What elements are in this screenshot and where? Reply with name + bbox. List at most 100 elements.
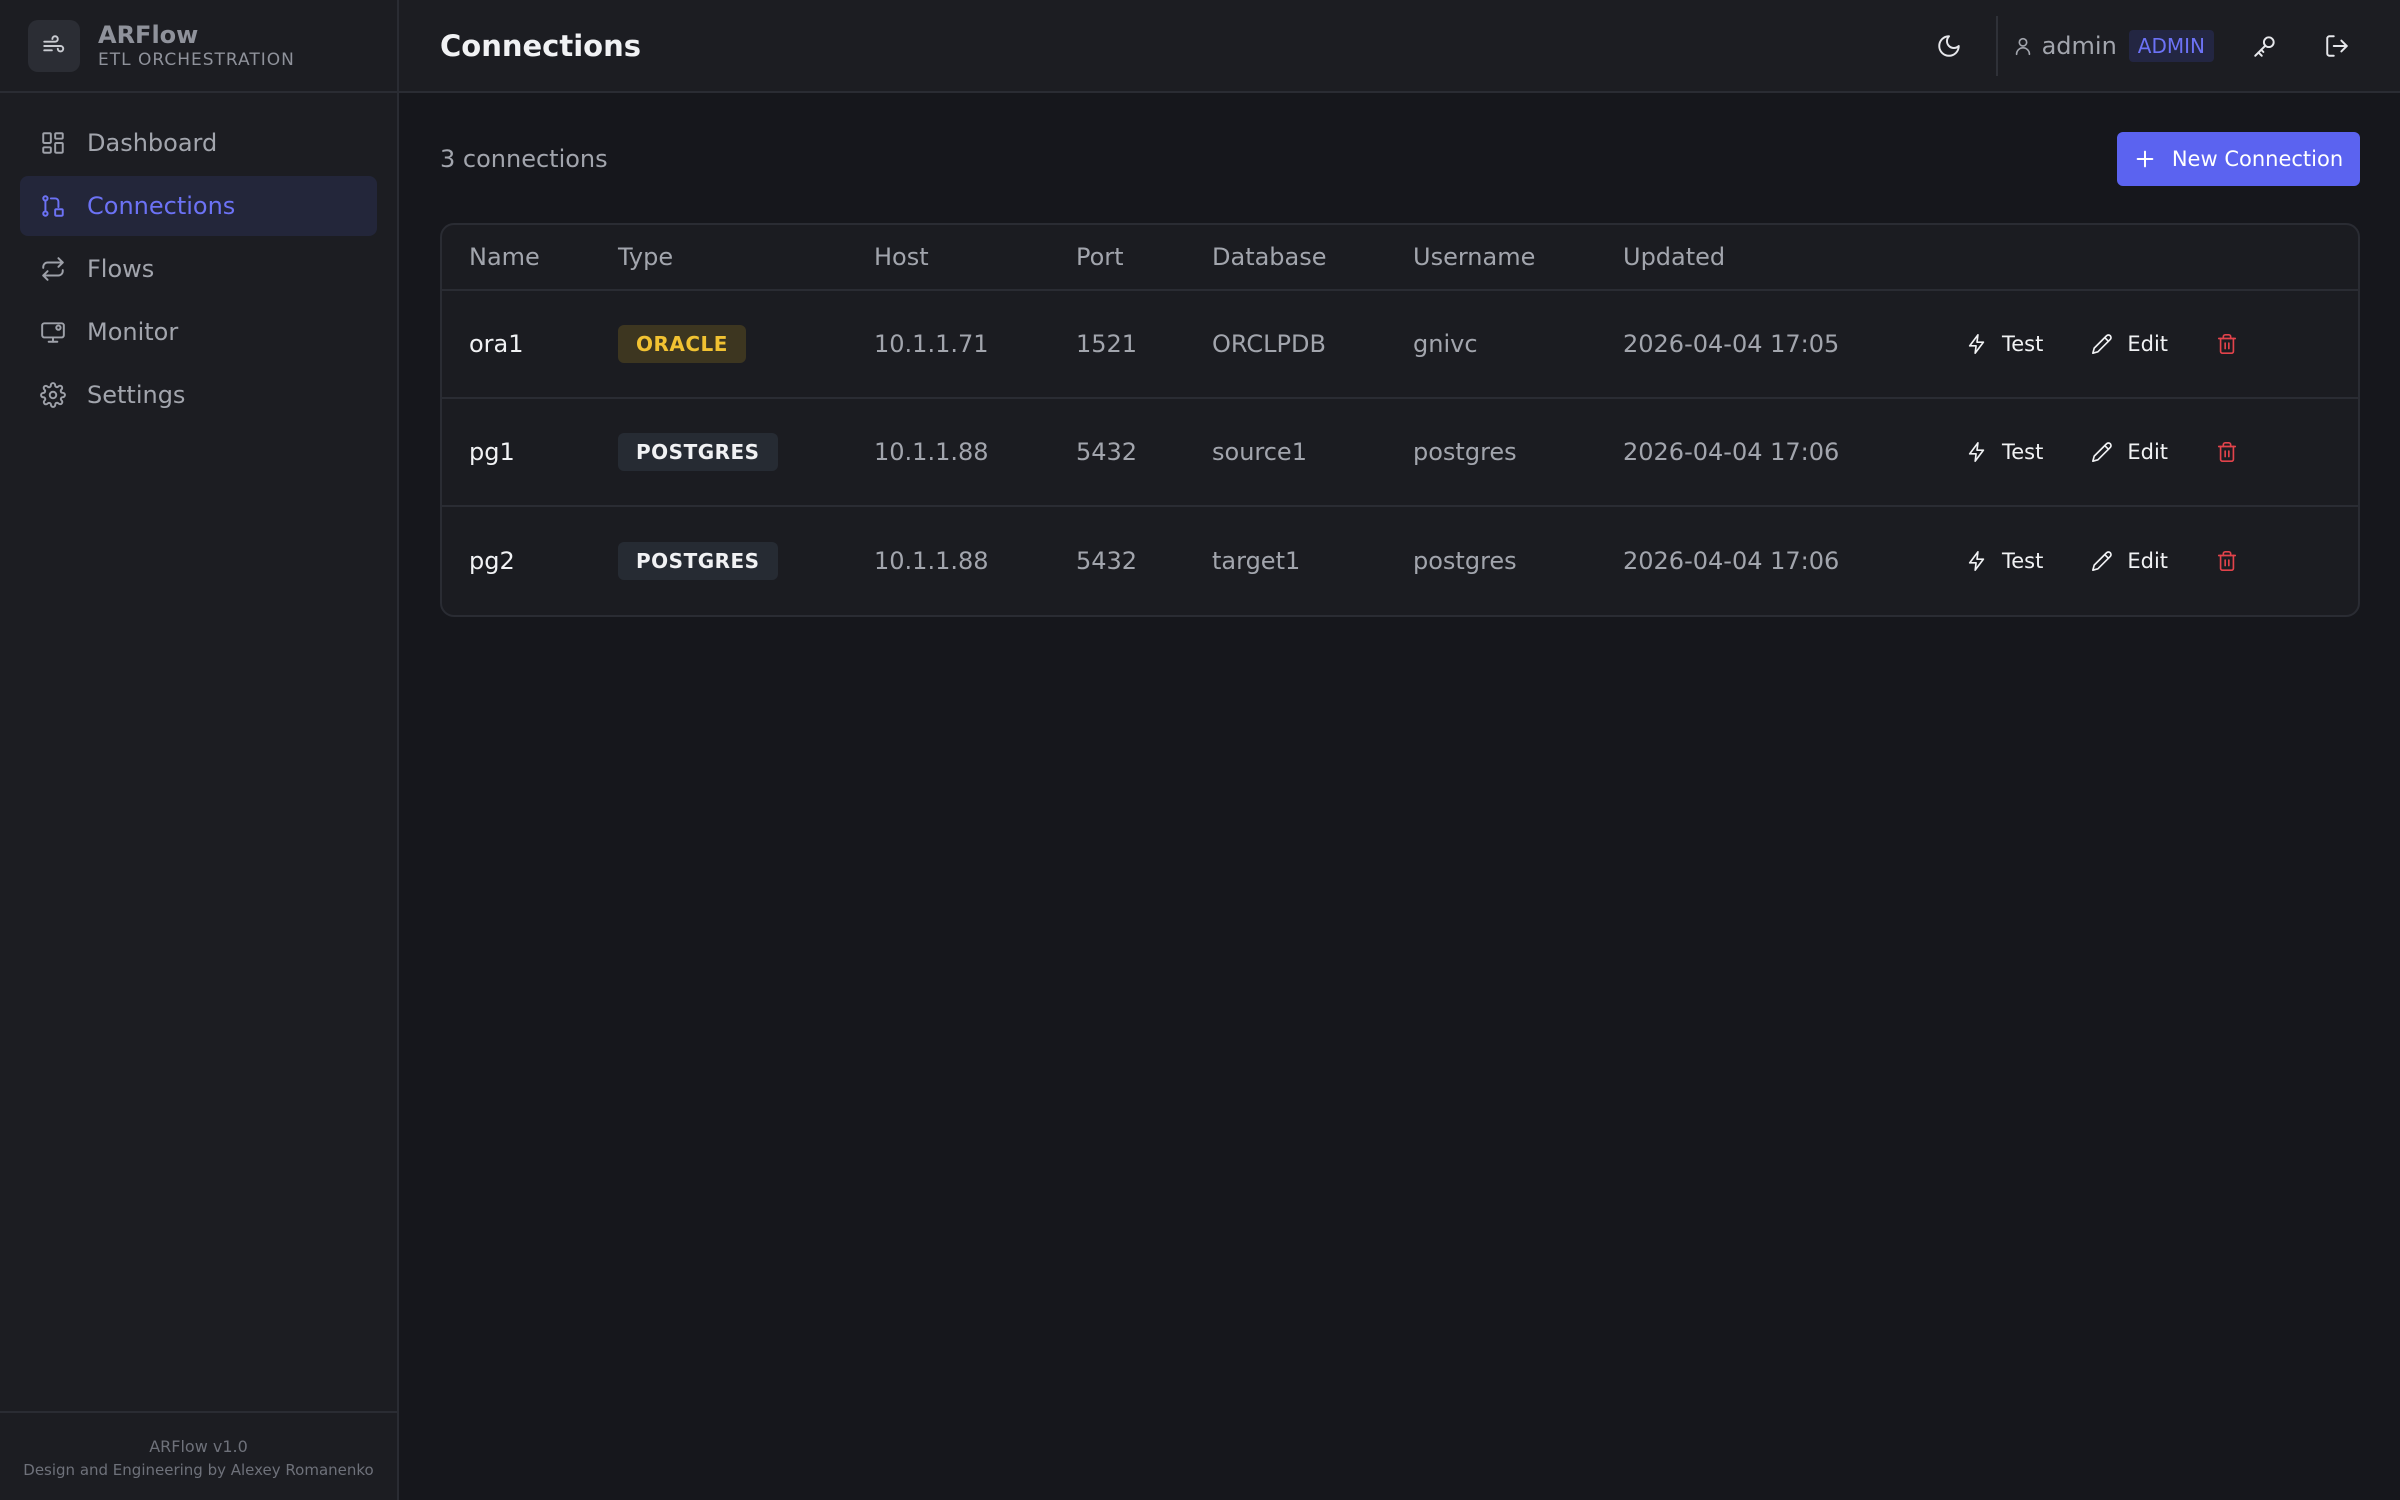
column-header-name: Name: [469, 243, 540, 271]
port-cell: 5432: [1076, 438, 1138, 466]
username-cell: postgres: [1413, 438, 1517, 466]
logo-icon[interactable]: [28, 19, 80, 72]
user-name: admin: [2041, 31, 2117, 60]
user-info: admin ADMIN: [2012, 29, 2214, 62]
connections-toolbar: 3 connections New Connection: [440, 93, 2360, 223]
table-header: Name Type Host Port Database Username Up…: [442, 225, 2358, 291]
delete-button[interactable]: [2212, 322, 2242, 366]
sidebar: ARFlow ETL ORCHESTRATION Dashboard Conne…: [0, 0, 399, 1500]
test-label: Test: [2002, 332, 2044, 356]
connection-count: 3 connections: [440, 145, 608, 173]
sidebar-item-label: Flows: [87, 255, 155, 283]
moon-icon: [1936, 33, 1962, 59]
top-header: Connections admin ADMIN: [399, 0, 2400, 93]
type-cell: POSTGRES: [618, 433, 778, 471]
logout-icon: [2324, 33, 2350, 59]
host-cell: 10.1.1.71: [874, 330, 989, 358]
brand-subtitle: ETL ORCHESTRATION: [98, 49, 295, 70]
connections-icon: [40, 193, 66, 219]
zap-icon: [1966, 333, 1988, 355]
brand-name: ARFlow: [98, 20, 199, 49]
plus-icon: [2134, 148, 2156, 170]
sidebar-item-dashboard[interactable]: Dashboard: [20, 113, 377, 173]
row-actions: Test Edit: [1962, 539, 2242, 583]
type-badge: POSTGRES: [618, 433, 778, 471]
edit-label: Edit: [2127, 440, 2169, 464]
sidebar-item-connections[interactable]: Connections: [20, 176, 377, 236]
host-cell: 10.1.1.88: [874, 438, 989, 466]
dashboard-icon: [40, 130, 66, 156]
connection-name: ora1: [469, 330, 524, 358]
theme-toggle-button[interactable]: [1926, 23, 1972, 69]
username-cell: gnivc: [1413, 330, 1478, 358]
port-cell: 5432: [1076, 547, 1138, 575]
host-cell: 10.1.1.88: [874, 547, 989, 575]
edit-label: Edit: [2127, 549, 2169, 573]
test-label: Test: [2002, 549, 2044, 573]
type-cell: ORACLE: [618, 325, 746, 363]
new-connection-button[interactable]: New Connection: [2117, 132, 2360, 186]
sidebar-item-flows[interactable]: Flows: [20, 239, 377, 299]
updated-cell: 2026-04-04 17:06: [1623, 438, 1840, 466]
port-cell: 1521: [1076, 330, 1138, 358]
database-cell: target1: [1212, 547, 1301, 575]
connection-name: pg2: [469, 547, 515, 575]
row-actions: Test Edit: [1962, 322, 2242, 366]
zap-icon: [1966, 550, 1988, 572]
username-cell: postgres: [1413, 547, 1517, 575]
trash-icon: [2216, 550, 2238, 572]
sidebar-nav: Dashboard Connections Flows Monitor Sett…: [0, 93, 397, 425]
sidebar-item-label: Dashboard: [87, 129, 218, 157]
sidebar-item-monitor[interactable]: Monitor: [20, 302, 377, 362]
sidebar-item-settings[interactable]: Settings: [20, 365, 377, 425]
new-connection-label: New Connection: [2171, 147, 2344, 171]
column-header-database: Database: [1212, 243, 1327, 271]
sidebar-item-label: Settings: [87, 381, 186, 409]
type-cell: POSTGRES: [618, 542, 778, 580]
table-row: ora1 ORACLE 10.1.1.71 1521 ORCLPDB gnivc…: [442, 291, 2358, 399]
change-password-button[interactable]: [2242, 23, 2288, 69]
pencil-icon: [2091, 333, 2113, 355]
database-cell: source1: [1212, 438, 1307, 466]
connection-name: pg1: [469, 438, 515, 466]
test-button[interactable]: Test: [1962, 322, 2047, 366]
updated-cell: 2026-04-04 17:05: [1623, 330, 1840, 358]
role-badge: ADMIN: [2128, 29, 2214, 62]
app-version: ARFlow v1.0: [149, 1437, 248, 1456]
app-credit: Design and Engineering by Alexey Romanen…: [23, 1461, 374, 1479]
flows-icon: [40, 256, 66, 282]
edit-label: Edit: [2127, 332, 2169, 356]
test-label: Test: [2002, 440, 2044, 464]
column-header-updated: Updated: [1623, 243, 1726, 271]
trash-icon: [2216, 441, 2238, 463]
monitor-icon: [40, 319, 66, 345]
column-header-port: Port: [1076, 243, 1124, 271]
main-content: 3 connections New Connection Name Type H…: [440, 93, 2360, 617]
pencil-icon: [2091, 550, 2113, 572]
delete-button[interactable]: [2212, 539, 2242, 583]
test-button[interactable]: Test: [1962, 539, 2047, 583]
row-actions: Test Edit: [1962, 430, 2242, 474]
test-button[interactable]: Test: [1962, 430, 2047, 474]
key-icon: [2252, 33, 2278, 59]
edit-button[interactable]: Edit: [2087, 539, 2172, 583]
edit-button[interactable]: Edit: [2087, 322, 2172, 366]
trash-icon: [2216, 333, 2238, 355]
pencil-icon: [2091, 441, 2113, 463]
connections-table: Name Type Host Port Database Username Up…: [440, 223, 2360, 617]
zap-icon: [1966, 441, 1988, 463]
database-cell: ORCLPDB: [1212, 330, 1326, 358]
sidebar-footer: ARFlow v1.0 Design and Engineering by Al…: [0, 1411, 397, 1500]
settings-icon: [40, 382, 66, 408]
column-header-host: Host: [874, 243, 929, 271]
edit-button[interactable]: Edit: [2087, 430, 2172, 474]
table-row: pg1 POSTGRES 10.1.1.88 5432 source1 post…: [442, 399, 2358, 507]
delete-button[interactable]: [2212, 430, 2242, 474]
sidebar-item-label: Monitor: [87, 318, 179, 346]
column-header-username: Username: [1413, 243, 1536, 271]
user-icon: [2012, 35, 2034, 57]
logout-button[interactable]: [2314, 23, 2360, 69]
updated-cell: 2026-04-04 17:06: [1623, 547, 1840, 575]
page-title: Connections: [440, 28, 641, 63]
sidebar-item-label: Connections: [87, 192, 236, 220]
